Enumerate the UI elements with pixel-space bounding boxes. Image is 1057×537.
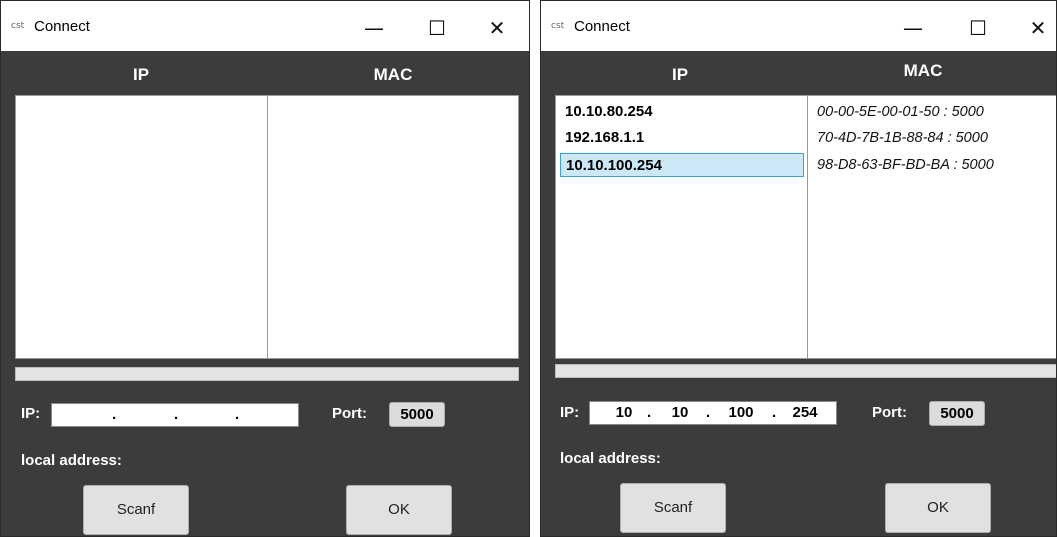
scan-progress-bar: [15, 367, 519, 381]
ip-list-item-selected[interactable]: 10.10.100.254: [560, 153, 804, 177]
ip-dot: .: [174, 406, 179, 423]
scan-button[interactable]: Scanf: [83, 485, 189, 535]
app-icon: cst: [11, 21, 25, 31]
mac-list[interactable]: 00-00-5E-00-01-50 : 5000 70-4D-7B-1B-88-…: [807, 95, 1056, 359]
ip-column-header: IP: [132, 65, 150, 84]
scan-progress-bar: [555, 364, 1056, 378]
ip-octet-3[interactable]: 100: [716, 402, 766, 424]
title-bar[interactable]: cst Connect — ☐ ✕: [541, 1, 1056, 51]
ip-address-input[interactable]: 10 . 10 . 100 . 254: [589, 401, 837, 425]
local-address-label: local address:: [560, 450, 661, 467]
title-bar[interactable]: cst Connect — ☐ ✕: [1, 1, 529, 51]
ip-label: IP:: [560, 404, 580, 421]
port-label: Port:: [872, 404, 907, 421]
ip-octet-1[interactable]: [54, 404, 104, 426]
mac-list[interactable]: [267, 95, 519, 359]
ip-list-item[interactable]: 192.168.1.1: [560, 126, 804, 150]
mac-column-header: MAC: [903, 61, 943, 80]
ip-octet-3[interactable]: [180, 404, 230, 426]
ip-label: IP:: [21, 405, 41, 422]
window-title: Connect: [574, 18, 630, 35]
mac-list-item[interactable]: 70-4D-7B-1B-88-84 : 5000: [817, 126, 988, 150]
connect-window-results: cst Connect — ☐ ✕ IP MAC 10.10.80.254 19…: [540, 0, 1057, 537]
close-icon[interactable]: ✕: [477, 11, 517, 45]
ok-button[interactable]: OK: [885, 483, 991, 533]
ip-dot: .: [706, 404, 711, 421]
close-icon[interactable]: ✕: [1018, 11, 1056, 45]
ip-address-input[interactable]: . . .: [51, 403, 299, 427]
window-title: Connect: [34, 18, 90, 35]
ip-dot: .: [112, 406, 117, 423]
ip-octet-2[interactable]: 10: [660, 402, 700, 424]
screenshot-divider: [530, 0, 540, 537]
mac-list-item[interactable]: 98-D8-63-BF-BD-BA : 5000: [817, 153, 994, 177]
mac-column-header: MAC: [373, 65, 413, 84]
ip-list[interactable]: [15, 95, 268, 359]
ip-octet-1[interactable]: 10: [604, 402, 644, 424]
minimize-icon[interactable]: —: [893, 11, 933, 45]
mac-list-item[interactable]: 00-00-5E-00-01-50 : 5000: [817, 100, 984, 124]
ip-octet-2[interactable]: [118, 404, 168, 426]
ip-list[interactable]: 10.10.80.254 192.168.1.1 10.10.100.254: [555, 95, 808, 359]
port-field[interactable]: 5000: [389, 402, 445, 427]
maximize-icon[interactable]: ☐: [417, 11, 457, 45]
app-icon: cst: [551, 21, 565, 31]
ip-dot: .: [235, 406, 240, 423]
minimize-icon[interactable]: —: [354, 11, 394, 45]
ip-dot: .: [647, 404, 652, 421]
ip-octet-4[interactable]: [242, 404, 292, 426]
port-label: Port:: [332, 405, 367, 422]
ip-octet-4[interactable]: 254: [780, 402, 830, 424]
connect-window-empty: cst Connect — ☐ ✕ IP MAC IP: . . . Port:…: [0, 0, 530, 537]
local-address-label: local address:: [21, 452, 122, 469]
port-field[interactable]: 5000: [929, 401, 985, 426]
ip-dot: .: [772, 404, 777, 421]
ip-list-item[interactable]: 10.10.80.254: [560, 100, 804, 124]
maximize-icon[interactable]: ☐: [958, 11, 998, 45]
ip-column-header: IP: [671, 65, 689, 84]
ok-button[interactable]: OK: [346, 485, 452, 535]
scan-button[interactable]: Scanf: [620, 483, 726, 533]
